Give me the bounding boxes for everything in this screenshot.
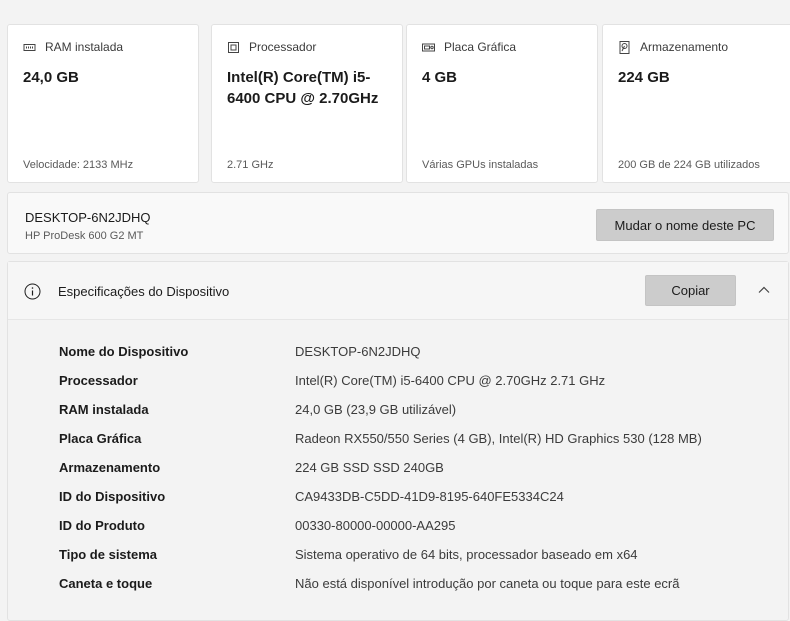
spec-rows: Nome do Dispositivo DESKTOP-6N2JDHQ Proc… (8, 337, 788, 598)
rename-pc-button[interactable]: Mudar o nome deste PC (596, 209, 774, 241)
info-icon (24, 283, 41, 300)
processor-icon (227, 41, 240, 54)
spec-value: Sistema operativo de 64 bits, processado… (295, 547, 638, 562)
spec-row-ram: RAM instalada 24,0 GB (23,9 GB utilizáve… (8, 395, 788, 424)
graphics-card-icon (422, 41, 435, 54)
spec-row-device-id: ID do Dispositivo CA9433DB-C5DD-41D9-819… (8, 482, 788, 511)
card-label: Placa Gráfica (444, 40, 517, 54)
spec-row-processor: Processador Intel(R) Core(TM) i5-6400 CP… (8, 366, 788, 395)
card-storage: Armazenamento 224 GB 200 GB de 224 GB ut… (602, 24, 790, 183)
summary-cards: RAM instalada 24,0 GB Velocidade: 2133 M… (7, 24, 790, 185)
spec-row-pen-touch: Caneta e toque Não está disponível intro… (8, 569, 788, 598)
spec-key: Caneta e toque (59, 576, 153, 591)
spec-key: ID do Produto (59, 518, 145, 533)
spec-key: Armazenamento (59, 460, 161, 475)
copy-button[interactable]: Copiar (645, 275, 736, 306)
card-label: RAM instalada (45, 40, 124, 54)
card-value: 224 GB (618, 69, 670, 86)
pc-name-bar: DESKTOP-6N2JDHQ HP ProDesk 600 G2 MT Mud… (7, 192, 789, 254)
card-header: Placa Gráfica (422, 40, 516, 54)
card-value: 24,0 GB (23, 69, 79, 86)
device-specifications-panel: Especificações do Dispositivo Copiar Nom… (7, 261, 789, 621)
spec-row-graphics: Placa Gráfica Radeon RX550/550 Series (4… (8, 424, 788, 453)
spec-value: Não está disponível introdução por canet… (295, 576, 680, 591)
card-value: 4 GB (422, 69, 458, 86)
spec-row-storage: Armazenamento 224 GB SSD SSD 240GB (8, 453, 788, 482)
card-header: Armazenamento (618, 40, 728, 54)
card-subtext: 200 GB de 224 GB utilizados (618, 159, 760, 171)
spec-key: Nome do Dispositivo (59, 344, 189, 359)
card-subtext: Velocidade: 2133 MHz (23, 159, 134, 171)
spec-value: 224 GB SSD SSD 240GB (295, 460, 444, 475)
spec-row-product-id: ID do Produto 00330-80000-00000-AA295 (8, 511, 788, 540)
spec-key: Tipo de sistema (59, 547, 158, 562)
spec-key: RAM instalada (59, 402, 149, 417)
storage-icon (618, 40, 631, 54)
card-header: RAM instalada (23, 40, 123, 54)
card-subtext: Várias GPUs instaladas (422, 159, 539, 171)
card-label: Processador (249, 40, 317, 54)
spec-value: Radeon RX550/550 Series (4 GB), Intel(R)… (295, 431, 702, 446)
chevron-up-icon[interactable] (756, 282, 772, 298)
card-processor: Processador Intel(R) Core(TM) i5-6400 CP… (211, 24, 403, 183)
spec-value: CA9433DB-C5DD-41D9-8195-640FE5334C24 (295, 489, 564, 504)
spec-key: ID do Dispositivo (59, 489, 166, 504)
spec-key: Processador (59, 373, 138, 388)
pc-name: DESKTOP-6N2JDHQ (25, 210, 151, 225)
pc-model: HP ProDesk 600 G2 MT (25, 230, 144, 242)
card-subtext: 2.71 GHz (227, 159, 274, 171)
spec-key: Placa Gráfica (59, 431, 142, 446)
card-graphics: Placa Gráfica 4 GB Várias GPUs instalada… (406, 24, 598, 183)
spec-value: 00330-80000-00000-AA295 (295, 518, 456, 533)
card-label: Armazenamento (640, 40, 729, 54)
card-ram: RAM instalada 24,0 GB Velocidade: 2133 M… (7, 24, 199, 183)
spec-value: 24,0 GB (23,9 GB utilizável) (295, 402, 457, 417)
specs-title: Especificações do Dispositivo (58, 284, 230, 299)
spec-value: Intel(R) Core(TM) i5-6400 CPU @ 2.70GHz … (295, 373, 606, 388)
ram-icon (23, 41, 36, 54)
spec-value: DESKTOP-6N2JDHQ (295, 344, 421, 359)
spec-row-device-name: Nome do Dispositivo DESKTOP-6N2JDHQ (8, 337, 788, 366)
card-header: Processador (227, 40, 316, 54)
specs-header[interactable]: Especificações do Dispositivo Copiar (8, 262, 788, 320)
card-value: Intel(R) Core(TM) i5-6400 CPU @ 2.70GHz (227, 69, 379, 107)
spec-row-system-type: Tipo de sistema Sistema operativo de 64 … (8, 540, 788, 569)
